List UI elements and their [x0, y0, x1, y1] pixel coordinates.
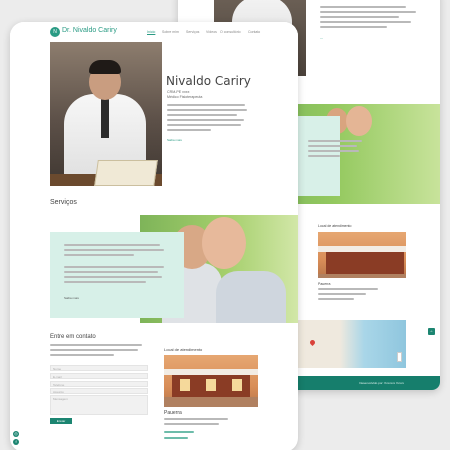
send-button[interactable]: Enviar: [50, 418, 72, 424]
contact-title: Entre em contato: [50, 334, 96, 340]
nav-consultorio[interactable]: O consultório: [220, 30, 241, 34]
hero-bio-lines: [167, 104, 247, 134]
location-city: Pauerra: [164, 410, 182, 416]
window-shape: [232, 379, 242, 391]
name-field[interactable]: Nome: [50, 365, 148, 371]
nav-inicio[interactable]: Início: [147, 30, 155, 34]
back-location-title: Local de atendimento: [318, 224, 352, 228]
services-text-lines-1: [64, 244, 164, 259]
tie-shape: [101, 98, 109, 138]
subject-field[interactable]: Assunto: [50, 388, 148, 394]
site-logo-text[interactable]: Dr. Nivaldo Cariry: [62, 27, 117, 34]
back-services-text: [308, 140, 362, 160]
location-email-lines: [164, 431, 194, 436]
wall-shape: [326, 252, 404, 274]
nav-contato[interactable]: Contato: [248, 30, 260, 34]
services-card: Saiba mais: [50, 232, 184, 318]
services-more-link[interactable]: Saiba mais: [64, 296, 79, 300]
services-title: Serviços: [50, 199, 77, 206]
location-map[interactable]: [296, 320, 406, 368]
map-pin-icon: [308, 338, 317, 347]
back-address-lines: [318, 288, 378, 303]
location-title: Local de atendimento: [164, 347, 203, 352]
ground-shape: [318, 274, 406, 278]
nav-videos[interactable]: Vídeos: [206, 30, 217, 34]
back-about-link[interactable]: —: [320, 36, 323, 40]
services-text-lines-2: [64, 266, 164, 286]
clinic-photo-back: [318, 232, 406, 278]
hero-crm: CRM-PE xxxx: [167, 90, 190, 94]
book-shape: [94, 160, 158, 186]
location-address-lines: [164, 418, 228, 428]
shirt-shape: [216, 271, 286, 323]
back-city: Pauerra: [318, 282, 331, 286]
instagram-icon[interactable]: ◎: [13, 431, 19, 437]
about-text-lines: [320, 6, 416, 31]
email-field[interactable]: E-mail: [50, 373, 148, 379]
face-shape: [346, 106, 372, 136]
hero-role: Médico Fisioterapeuta: [167, 95, 203, 99]
map-zoom-control[interactable]: [397, 352, 402, 362]
face-shape: [202, 217, 246, 269]
scroll-top-button[interactable]: ^: [428, 328, 435, 335]
logo-mark-icon[interactable]: N: [50, 27, 60, 37]
front-page: N Dr. Nivaldo Cariry Início Sobre mim Se…: [10, 22, 298, 450]
top-navigation: N Dr. Nivaldo Cariry Início Sobre mim Se…: [10, 22, 298, 42]
window-shape: [206, 379, 216, 391]
contact-intro-lines: [50, 344, 142, 359]
doctor-photo: [50, 42, 162, 186]
window-shape: [180, 379, 190, 391]
phone-field[interactable]: Telefone: [50, 381, 148, 387]
ground-shape: [164, 397, 258, 407]
nav-servicos[interactable]: Serviços: [186, 30, 199, 34]
message-field[interactable]: Mensagem: [50, 395, 148, 415]
facebook-icon[interactable]: f: [13, 439, 19, 445]
hair-shape: [89, 60, 121, 74]
nav-sobre-mim[interactable]: Sobre mim: [162, 30, 179, 34]
hero-more-link[interactable]: Saiba mais: [167, 138, 182, 142]
hero-title: Nivaldo Cariry: [166, 74, 251, 88]
location-phone-lines: [164, 437, 188, 442]
clinic-photo: [164, 355, 258, 407]
